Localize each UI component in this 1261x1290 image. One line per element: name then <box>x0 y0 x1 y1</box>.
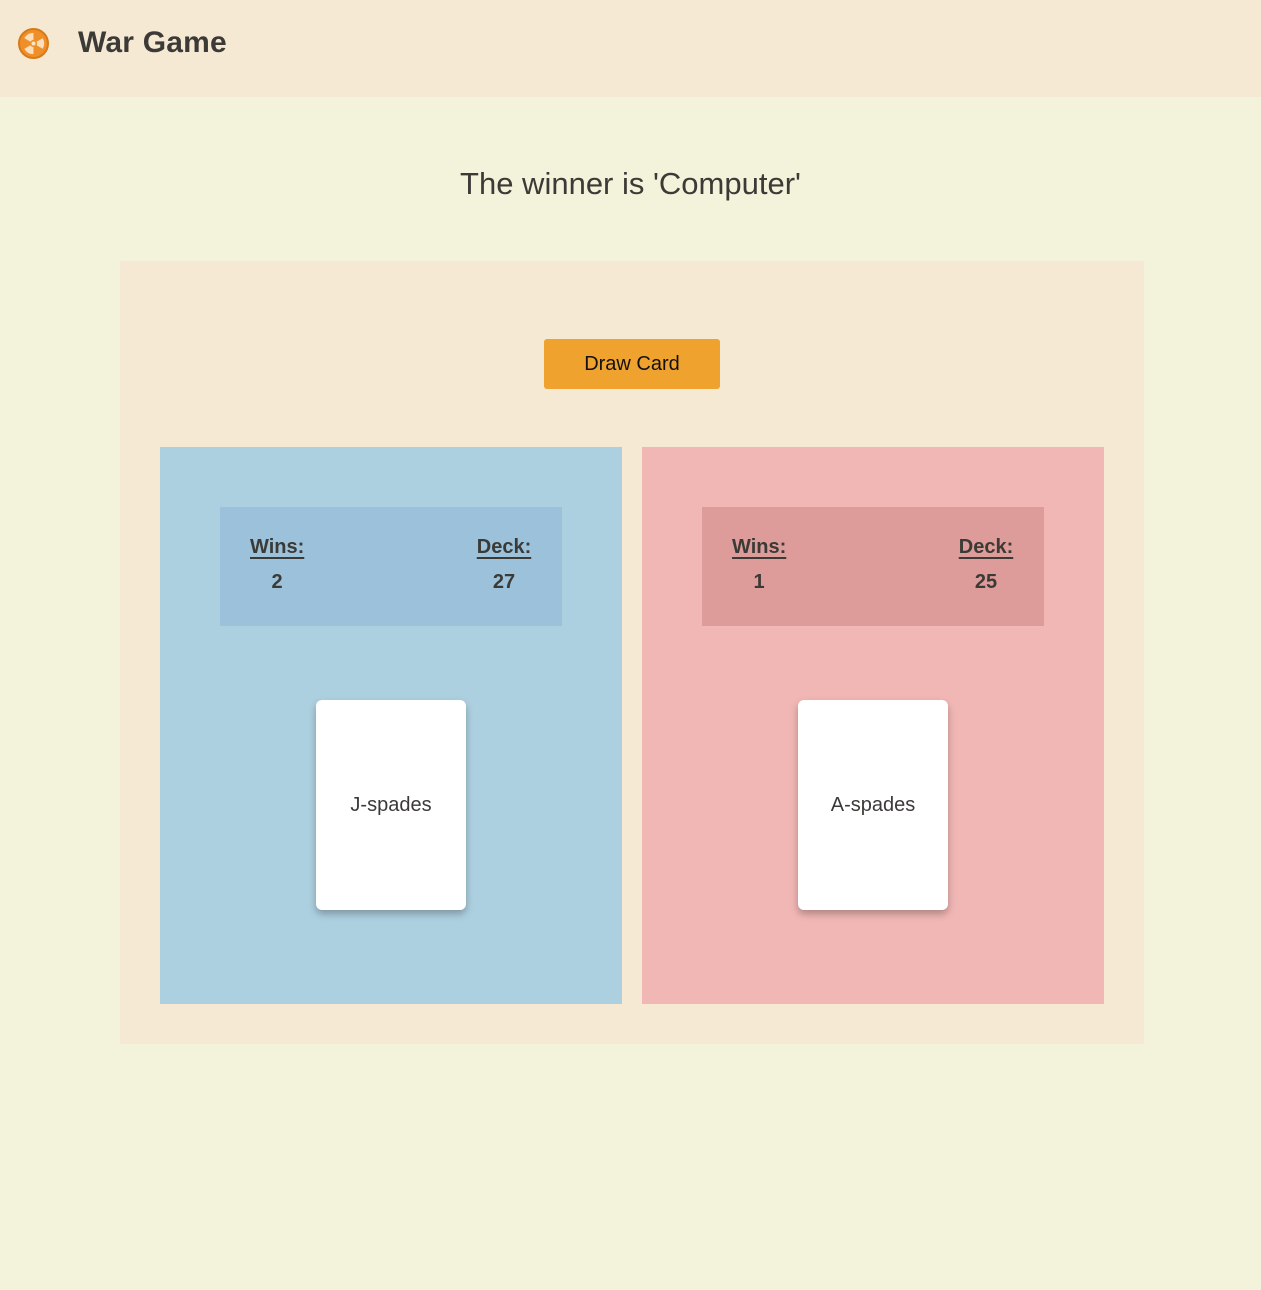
deck-stat: Deck: 27 <box>476 536 532 594</box>
player-panel-left: Wins: 2 Deck: 27 J-spades <box>160 447 622 1004</box>
app-header: War Game <box>0 0 1261 97</box>
player-panel-right: Wins: 1 Deck: 25 A-spades <box>642 447 1104 1004</box>
wins-label: Wins: <box>732 536 787 558</box>
player-stats: Wins: 2 Deck: 27 <box>220 507 562 626</box>
game-board: Draw Card Wins: 2 Deck: 27 J-spades Wins… <box>120 261 1144 1044</box>
wins-stat: Wins: 1 <box>732 536 786 594</box>
player-card: J-spades <box>316 700 466 910</box>
deck-value: 27 <box>492 571 516 593</box>
wins-stat: Wins: 2 <box>250 536 304 594</box>
radioactive-icon <box>18 28 49 59</box>
deck-value: 25 <box>974 571 998 593</box>
wins-value: 1 <box>753 571 765 593</box>
wins-value: 2 <box>271 571 283 593</box>
player-card: A-spades <box>798 700 948 910</box>
player-stats: Wins: 1 Deck: 25 <box>702 507 1044 626</box>
deck-label: Deck: <box>958 536 1014 558</box>
deck-label: Deck: <box>476 536 532 558</box>
app-title: War Game <box>78 26 227 59</box>
deck-stat: Deck: 25 <box>958 536 1014 594</box>
winner-message: The winner is 'Computer' <box>460 166 801 201</box>
wins-label: Wins: <box>250 536 305 558</box>
draw-card-button[interactable]: Draw Card <box>544 339 720 389</box>
